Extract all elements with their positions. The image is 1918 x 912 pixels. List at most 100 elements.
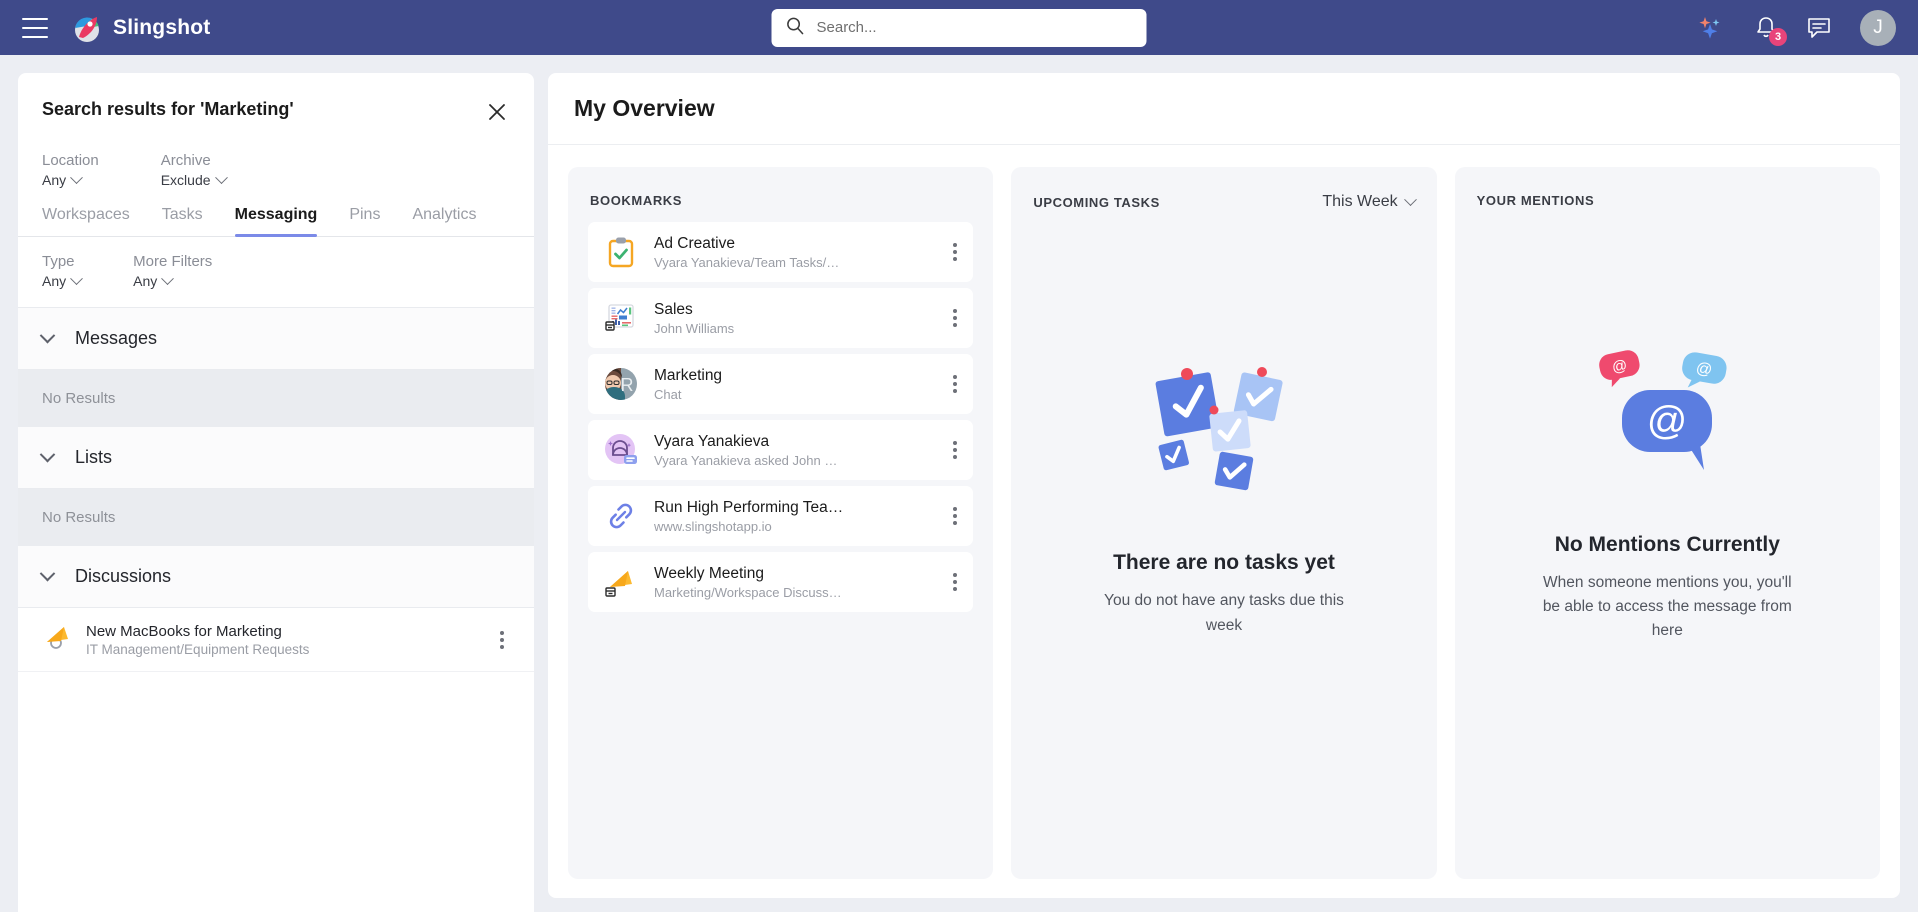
list-item-subtitle: Marketing/Workspace Discuss… — [654, 584, 842, 600]
chevron-down-icon — [70, 170, 83, 184]
list-item[interactable]: Vyara Yanakieva Vyara Yanakieva asked Jo… — [588, 420, 974, 480]
sparkles-icon[interactable] — [1696, 15, 1726, 41]
list-item-title: New MacBooks for Marketing — [86, 622, 282, 640]
tab-pins[interactable]: Pins — [349, 206, 380, 236]
list-item[interactable]: Ad Creative Vyara Yanakieva/Team Tasks/… — [588, 222, 974, 282]
kebab-menu-icon[interactable] — [947, 237, 963, 267]
chevron-down-icon — [70, 271, 83, 285]
list-item[interactable]: Run High Performing Tea… www.slingshotap… — [588, 486, 974, 546]
upcoming-tasks-empty-title: There are no tasks yet — [1113, 551, 1335, 575]
list-item-title: Vyara Yanakieva — [654, 432, 770, 450]
page-title: My Overview — [574, 95, 715, 121]
list-item-title: Marketing — [654, 366, 723, 384]
tab-workspaces[interactable]: Workspaces — [42, 206, 130, 236]
chevron-down-icon — [214, 170, 228, 184]
your-mentions-header: YOUR MENTIONS — [1455, 167, 1880, 222]
your-mentions-empty-state: @ @ @ No Mentions Currently When someone… — [1455, 222, 1880, 879]
user-avatar[interactable]: J — [1860, 9, 1896, 46]
section-header-discussions[interactable]: Discussions — [18, 546, 534, 608]
hamburger-menu-icon[interactable] — [22, 17, 48, 38]
top-bar-actions: 3 J — [1696, 9, 1896, 46]
tab-messaging[interactable]: Messaging — [234, 206, 317, 237]
tab-analytics[interactable]: Analytics — [412, 206, 476, 236]
filter-more-value[interactable]: Any — [133, 271, 212, 289]
bookmarks-card: BOOKMARKS Ad Creative Vyara Yanakieva/Te… — [568, 167, 994, 879]
list-item-subtitle: John Williams — [654, 320, 735, 336]
global-search[interactable] — [771, 8, 1147, 47]
list-item[interactable]: R Marketing Chat — [588, 354, 974, 414]
upcoming-tasks-card: UPCOMING TASKS This Week There are no ta… — [1011, 167, 1437, 879]
list-item-text: Ad Creative Vyara Yanakieva/Team Tasks/… — [654, 235, 933, 270]
top-navigation-bar: Slingshot 3 — [0, 0, 1918, 55]
filter-more-value-text: Any — [133, 273, 158, 289]
tab-tasks[interactable]: Tasks — [162, 206, 203, 236]
brand-name: Slingshot — [113, 15, 211, 39]
svg-text:@: @ — [1695, 360, 1714, 380]
kebab-menu-icon[interactable] — [947, 435, 963, 465]
task-range-selector[interactable]: This Week — [1322, 192, 1417, 211]
list-item[interactable]: Sales John Williams — [588, 288, 974, 348]
kebab-menu-icon[interactable] — [947, 369, 963, 399]
your-mentions-empty-subtitle: When someone mentions you, you'll be abl… — [1542, 573, 1792, 639]
filter-type[interactable]: Type Any — [42, 253, 83, 289]
filter-location-value[interactable]: Any — [42, 170, 99, 188]
notifications-bell-icon[interactable]: 3 — [1754, 15, 1787, 46]
your-mentions-empty-title: No Mentions Currently — [1554, 532, 1780, 556]
filter-archive-label: Archive — [160, 152, 211, 169]
messages-chat-icon[interactable] — [1806, 16, 1832, 40]
kebab-menu-icon[interactable] — [494, 625, 510, 655]
close-icon[interactable] — [484, 99, 510, 130]
list-item-subtitle: IT Management/Equipment Requests — [86, 641, 310, 657]
my-overview-panel: My Overview BOOKMARKS Ad Creative Vyara … — [548, 73, 1900, 898]
primary-filters: Location Any Archive Exclude — [18, 130, 534, 188]
section-title-messages: Messages — [75, 328, 158, 348]
svg-text:@: @ — [1647, 399, 1688, 443]
search-results-panel: Search results for 'Marketing' Location … — [18, 73, 534, 912]
search-box[interactable] — [771, 8, 1147, 47]
list-item-title: Run High Performing Tea… — [654, 498, 844, 516]
kebab-menu-icon[interactable] — [947, 303, 963, 333]
list-item[interactable]: New MacBooks for Marketing IT Management… — [18, 608, 534, 672]
kebab-menu-icon[interactable] — [947, 567, 963, 597]
filter-archive-value[interactable]: Exclude — [160, 170, 228, 188]
clipboard-task-icon — [602, 233, 640, 271]
bookmarks-card-title: BOOKMARKS — [590, 193, 683, 208]
filter-archive[interactable]: Archive Exclude — [160, 152, 228, 188]
list-item[interactable]: Weekly Meeting Marketing/Workspace Discu… — [588, 552, 974, 612]
notification-badge: 3 — [1769, 27, 1787, 46]
filter-more[interactable]: More Filters Any — [133, 253, 212, 289]
list-item-title: Ad Creative — [654, 234, 735, 252]
megaphone-icon — [42, 622, 72, 657]
filter-type-value[interactable]: Any — [42, 271, 83, 289]
upcoming-tasks-header: UPCOMING TASKS This Week — [1011, 167, 1436, 225]
list-item-subtitle: www.slingshotapp.io — [654, 518, 772, 534]
section-header-lists[interactable]: Lists — [18, 427, 534, 489]
task-range-value: This Week — [1322, 193, 1398, 210]
section-header-messages[interactable]: Messages — [18, 308, 534, 370]
section-title-discussions: Discussions — [75, 566, 172, 586]
chevron-down-icon — [39, 446, 56, 463]
panel-empty-space — [18, 672, 534, 912]
overview-header: My Overview — [548, 73, 1900, 145]
tasks-empty-illustration-icon — [1129, 346, 1319, 511]
link-icon — [602, 497, 640, 535]
search-results-title: Search results for 'Marketing' — [42, 99, 294, 119]
list-item-text: Vyara Yanakieva Vyara Yanakieva asked Jo… — [654, 433, 933, 468]
bookmarks-list: Ad Creative Vyara Yanakieva/Team Tasks/… — [568, 222, 993, 612]
list-item-subtitle: Vyara Yanakieva asked John … — [654, 452, 838, 468]
your-mentions-title: YOUR MENTIONS — [1476, 193, 1595, 208]
list-item-text: Weekly Meeting Marketing/Workspace Discu… — [654, 565, 933, 600]
chevron-down-icon — [39, 565, 56, 582]
search-input[interactable] — [816, 19, 1133, 36]
chat-avatar-icon: R — [602, 365, 640, 403]
filter-location[interactable]: Location Any — [42, 152, 99, 188]
filter-archive-value-text: Exclude — [160, 172, 211, 188]
svg-text:R: R — [621, 375, 634, 395]
filter-location-label: Location — [42, 152, 99, 169]
secondary-filters: Type Any More Filters Any — [18, 237, 534, 308]
kebab-menu-icon[interactable] — [947, 501, 963, 531]
chevron-down-icon — [39, 327, 56, 344]
brand-logo-link[interactable]: Slingshot — [72, 13, 210, 43]
filter-location-value-text: Any — [42, 172, 67, 188]
filter-type-value-text: Any — [42, 273, 67, 289]
